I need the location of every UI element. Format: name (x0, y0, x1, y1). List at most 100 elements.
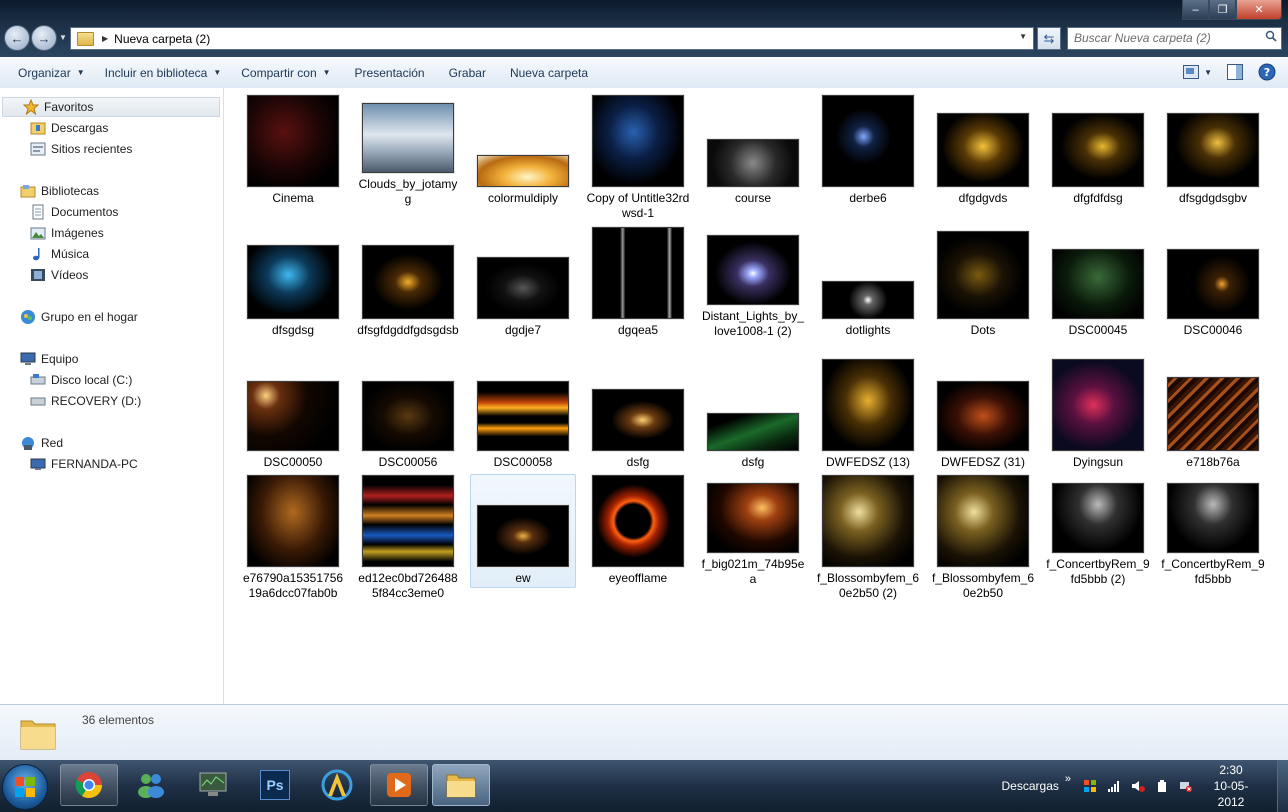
file-item[interactable]: course (700, 94, 806, 208)
sidebar-item-grupo-hogar[interactable]: Grupo en el hogar (0, 307, 243, 327)
file-item[interactable]: Dots (930, 226, 1036, 340)
view-options-dropdown-icon[interactable]: ▼ (1204, 68, 1212, 77)
back-button[interactable]: ← (4, 25, 30, 51)
file-item[interactable]: Distant_Lights_by_love1008-1 (2) (700, 226, 806, 340)
file-item[interactable]: dfgdgvds (930, 94, 1036, 208)
close-button[interactable]: ✕ (1236, 0, 1282, 20)
file-item[interactable]: DSC00058 (470, 358, 576, 472)
photoshop-taskbar-button[interactable]: Ps (246, 764, 304, 806)
sidebar-item-imagenes[interactable]: Imágenes (0, 223, 253, 243)
file-item[interactable]: f_big021m_74b95ea (700, 474, 806, 588)
file-item[interactable]: dsfg (700, 358, 806, 472)
include-in-library-menu[interactable]: Incluir en biblioteca ▼ (95, 57, 232, 88)
sidebar-label: Grupo en el hogar (41, 310, 138, 324)
file-item[interactable]: Copy of Untitle32rdwsd-1 (585, 94, 691, 220)
sidebar-item-recovery-d[interactable]: RECOVERY (D:) (0, 391, 253, 411)
file-item[interactable]: DSC00056 (355, 358, 461, 472)
file-item[interactable]: colormuldiply (470, 94, 576, 208)
file-item[interactable]: f_Blossombyfem_60e2b50 (930, 474, 1036, 600)
file-item[interactable]: e76790a1535175619a6dcc07fab0b (240, 474, 346, 600)
sidebar-item-descargas[interactable]: Descargas (0, 118, 253, 138)
thumbnail-frame (585, 359, 691, 451)
sidebar-item-favoritos[interactable]: Favoritos (2, 97, 220, 117)
file-item[interactable]: dgqea5 (585, 226, 691, 340)
double-chevron-icon[interactable]: » (1065, 773, 1071, 785)
search-box[interactable] (1067, 27, 1282, 50)
breadcrumb-chevron-icon[interactable]: ▶ (102, 34, 108, 43)
file-name: DWFEDSZ (13) (826, 455, 910, 469)
thumbnail-frame (355, 475, 461, 567)
address-bar[interactable]: ▶ Nueva carpeta (2) ▼ (70, 27, 1034, 50)
sidebar-item-sitios-recientes[interactable]: Sitios recientes (0, 139, 253, 159)
file-item[interactable]: DSC00050 (240, 358, 346, 472)
chrome-taskbar-button[interactable] (60, 764, 118, 806)
breadcrumb-current-folder[interactable]: Nueva carpeta (2) (114, 32, 210, 46)
search-icon[interactable] (1265, 30, 1277, 42)
explorer-taskbar-button[interactable] (432, 764, 490, 806)
volume-muted-icon[interactable] (1131, 779, 1145, 793)
computer-icon (20, 352, 36, 365)
file-item[interactable]: ew (470, 474, 576, 588)
refresh-button[interactable]: ⇆ (1037, 27, 1061, 50)
file-item[interactable]: Cinema (240, 94, 346, 208)
share-with-menu[interactable]: Compartir con ▼ (231, 57, 340, 88)
sidebar-item-red[interactable]: Red (0, 433, 243, 453)
file-item[interactable]: dfgfdfdsg (1045, 94, 1151, 208)
app-tray-icon[interactable] (1083, 779, 1097, 793)
file-item[interactable]: dfsgfdgddfgdsgdsb (355, 226, 461, 340)
file-item[interactable]: dotlights (815, 226, 921, 340)
sidebar-item-documentos[interactable]: Documentos (0, 202, 253, 222)
monitor-taskbar-button[interactable] (184, 764, 242, 806)
sidebar-item-disco-c[interactable]: Disco local (C:) (0, 370, 253, 390)
file-item[interactable]: Dyingsun (1045, 358, 1151, 472)
file-item[interactable]: DWFEDSZ (13) (815, 358, 921, 472)
file-item[interactable]: DSC00045 (1045, 226, 1151, 340)
star-icon (23, 99, 39, 115)
sidebar-item-musica[interactable]: Música (0, 244, 253, 264)
minimize-button[interactable]: – (1182, 0, 1209, 20)
change-view-button[interactable] (1182, 63, 1200, 81)
organize-menu[interactable]: Organizar ▼ (8, 57, 95, 88)
sidebar-item-videos[interactable]: Vídeos (0, 265, 253, 285)
search-input[interactable] (1068, 28, 1260, 47)
media-player-taskbar-button[interactable] (370, 764, 428, 806)
file-item[interactable]: dfsgdsg (240, 226, 346, 340)
file-item[interactable]: Clouds_by_jotamyg (355, 94, 461, 208)
preview-pane-button[interactable] (1226, 63, 1244, 81)
burn-button[interactable]: Grabar (439, 57, 496, 88)
file-item[interactable]: f_ConcertbyRem_9fd5bbb (2) (1045, 474, 1151, 588)
sidebar-item-equipo[interactable]: Equipo (0, 349, 243, 369)
file-item[interactable]: e718b76a (1160, 358, 1266, 472)
file-item[interactable]: dsfg (585, 358, 691, 472)
slideshow-button[interactable]: Presentación (345, 57, 435, 88)
file-item[interactable]: f_Blossombyfem_60e2b50 (2) (815, 474, 921, 600)
file-item[interactable]: dgdje7 (470, 226, 576, 340)
file-item[interactable]: ed12ec0bd7264885f84cc3eme0 (355, 474, 461, 600)
file-item[interactable]: eyeofflame (585, 474, 691, 588)
file-item[interactable]: DSC00046 (1160, 226, 1266, 340)
file-item[interactable]: DWFEDSZ (31) (930, 358, 1036, 472)
arc-app-taskbar-button[interactable] (308, 764, 366, 806)
new-folder-button[interactable]: Nueva carpeta (500, 57, 598, 88)
downloads-toolbar-label[interactable]: Descargas (1002, 779, 1059, 793)
sidebar-item-bibliotecas[interactable]: Bibliotecas (0, 181, 243, 201)
power-icon[interactable] (1155, 779, 1169, 793)
file-item[interactable]: dfsgdgdsgbv (1160, 94, 1266, 208)
sidebar-item-fernanda-pc[interactable]: FERNANDA-PC (0, 454, 253, 474)
help-button[interactable]: ? (1258, 63, 1276, 81)
arrow-right-icon: → (37, 30, 51, 46)
recent-pages-dropdown[interactable]: ▼ (59, 33, 67, 42)
sidebar-label: Documentos (51, 205, 119, 219)
network-error-icon[interactable] (1179, 779, 1193, 793)
file-name: dsfg (626, 455, 650, 469)
messenger-taskbar-button[interactable] (122, 764, 180, 806)
address-history-dropdown[interactable]: ▼ (1019, 32, 1027, 41)
start-button[interactable] (2, 764, 48, 810)
clock[interactable]: 2:30 10-05-2012 (1203, 762, 1259, 810)
file-item[interactable]: derbe6 (815, 94, 921, 208)
show-desktop-button[interactable] (1277, 760, 1288, 812)
maximize-button[interactable]: ❐ (1209, 0, 1236, 20)
forward-button[interactable]: → (31, 25, 57, 51)
file-item[interactable]: f_ConcertbyRem_9fd5bbb (1160, 474, 1266, 588)
signal-icon[interactable] (1107, 779, 1121, 793)
